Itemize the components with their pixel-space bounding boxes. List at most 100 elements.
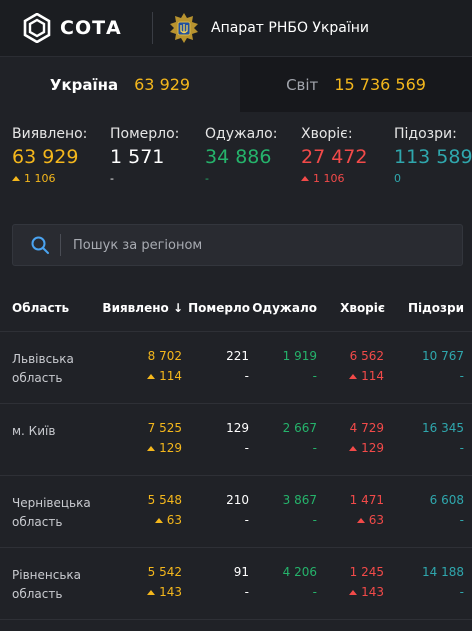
stat-delta: 1 106 [12, 172, 87, 185]
stat-label: Одужало: [205, 126, 278, 142]
table-header: Область Виявлено ↓ Померло Одужало Хворі… [0, 286, 472, 332]
sick-delta: 129 [349, 441, 384, 455]
table-row[interactable]: м. Київ 7 525 129 129 - 2 667 - 4 729 12… [0, 404, 472, 476]
table-row[interactable]: Львівська область 8 702 114 221 - 1 919 … [0, 332, 472, 404]
stat-label: Підозри: [394, 126, 457, 142]
detected-delta: 114 [147, 369, 182, 383]
suspected-delta: - [459, 513, 464, 527]
stat-label: Померло: [110, 126, 180, 142]
stat-deaths: Померло: 1 571 - [110, 126, 179, 185]
deaths-value: 91 [233, 565, 249, 579]
sick-value: 1 245 [349, 565, 384, 579]
suspected-delta: - [459, 369, 464, 383]
deaths-value: 129 [226, 421, 249, 435]
stat-delta: 1 106 [301, 172, 367, 185]
detected-delta-value: 129 [159, 441, 182, 455]
detected-value: 8 702 [147, 349, 182, 363]
search-divider [60, 234, 61, 256]
detected-delta-value: 114 [159, 369, 182, 383]
sick-delta: 143 [349, 585, 384, 599]
region-name: Рівненська область [12, 568, 81, 601]
column-header-detected[interactable]: Виявлено ↓ [102, 301, 183, 315]
sick-delta-value: 143 [361, 585, 384, 599]
stat-value: 63 929 [12, 146, 79, 168]
column-header-detected-label: Виявлено [102, 301, 169, 315]
stat-detected: Виявлено: 63 929 1 106 [12, 126, 87, 185]
stat-delta: 0 [394, 172, 401, 185]
stat-label: Хворіє: [301, 126, 353, 142]
column-header-deaths[interactable]: Померло [188, 301, 250, 315]
region-name: м. Київ [12, 424, 56, 438]
sick-delta-value: 114 [361, 369, 384, 383]
tab-world-label: Світ [286, 75, 319, 94]
stat-sick: Хворіє: 27 472 1 106 [301, 126, 367, 185]
region-name: Львівська область [12, 352, 74, 385]
detected-delta-value: 143 [159, 585, 182, 599]
recovered-value: 4 206 [282, 565, 317, 579]
deaths-delta: - [244, 369, 249, 383]
stat-label: Виявлено: [12, 126, 88, 142]
stat-value: 113 589 [394, 146, 472, 168]
suspected-delta: - [459, 441, 464, 455]
deaths-value: 221 [226, 349, 249, 363]
arrow-up-icon [154, 518, 163, 523]
arrow-up-icon [356, 518, 365, 523]
rnbo-link[interactable]: Апарат РНБО України [168, 12, 369, 44]
rnbo-emblem-icon [170, 13, 198, 43]
recovered-delta: - [312, 585, 317, 599]
arrow-up-icon [301, 176, 309, 181]
tab-ukraine[interactable]: Україна 63 929 [0, 57, 240, 112]
logo-text: СОТА [60, 17, 122, 39]
stat-delta: - [205, 172, 209, 185]
detected-delta: 143 [147, 585, 182, 599]
header-divider [152, 12, 153, 44]
suspected-value: 6 608 [429, 493, 464, 507]
recovered-value: 2 667 [282, 421, 317, 435]
search-input[interactable] [73, 237, 462, 253]
stat-delta: - [110, 172, 114, 185]
recovered-delta: - [312, 513, 317, 527]
tab-world[interactable]: Світ 15 736 569 [240, 57, 472, 112]
suspected-value: 10 767 [422, 349, 464, 363]
search-icon[interactable] [30, 235, 50, 255]
stat-suspected: Підозри: 113 589 0 [394, 126, 472, 185]
column-header-recovered[interactable]: Одужало [252, 301, 317, 315]
detected-value: 5 542 [147, 565, 182, 579]
deaths-delta: - [244, 585, 249, 599]
cota-logo[interactable]: СОТА [22, 13, 122, 43]
org-name: Апарат РНБО України [211, 20, 370, 36]
detected-delta: 63 [154, 513, 182, 527]
sick-delta: 114 [349, 369, 384, 383]
sick-value: 1 471 [349, 493, 384, 507]
arrow-up-icon [147, 446, 156, 451]
deaths-value: 210 [226, 493, 249, 507]
sick-delta: 63 [356, 513, 384, 527]
sort-arrow-icon: ↓ [172, 301, 183, 315]
arrow-up-icon [147, 374, 156, 379]
region-search[interactable] [12, 224, 463, 266]
stat-value: 27 472 [301, 146, 368, 168]
stat-recovered: Одужало: 34 886 - [205, 126, 277, 185]
arrow-up-icon [349, 374, 358, 379]
recovered-delta: - [312, 369, 317, 383]
column-header-sick[interactable]: Хворіє [340, 301, 385, 315]
cota-logo-icon [23, 13, 51, 43]
table-row[interactable]: Чернівецька область 5 548 63 210 - 3 867… [0, 476, 472, 548]
column-header-region[interactable]: Область [12, 301, 69, 315]
tab-ukraine-value: 63 929 [134, 75, 191, 94]
deaths-delta: - [244, 513, 249, 527]
stat-value: 1 571 [110, 146, 165, 168]
country-tabs: Україна 63 929 Світ 15 736 569 [0, 57, 472, 112]
arrow-up-icon [349, 590, 358, 595]
suspected-value: 16 345 [422, 421, 464, 435]
sick-delta-value: 129 [361, 441, 384, 455]
top-bar: СОТА Апарат РНБО України [0, 0, 472, 57]
recovered-value: 1 919 [282, 349, 317, 363]
column-header-suspected[interactable]: Підозри [408, 301, 464, 315]
recovered-delta: - [312, 441, 317, 455]
arrow-up-icon [349, 446, 358, 451]
arrow-up-icon [147, 590, 156, 595]
summary-stats: Виявлено: 63 929 1 106 Померло: 1 571 - … [12, 126, 472, 196]
table-row[interactable]: Рівненська область 5 542 143 91 - 4 206 … [0, 548, 472, 620]
detected-delta-value: 63 [166, 513, 182, 527]
